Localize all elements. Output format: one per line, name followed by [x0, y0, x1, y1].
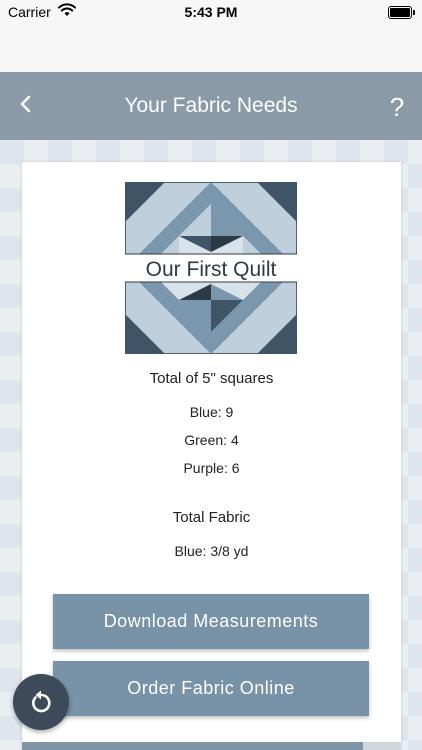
top-spacer — [0, 26, 422, 72]
fabric-needs-card: Our First Quilt Total of 5" squares Blue… — [22, 162, 401, 750]
refresh-button[interactable] — [13, 674, 69, 730]
help-button[interactable]: ? — [386, 92, 408, 123]
refresh-icon — [32, 690, 51, 713]
fabric-blue-yardage: Blue: 3/8 yd — [174, 543, 249, 559]
quilt-logo-text: Our First Quilt — [146, 258, 277, 281]
navigation-bar: Your Fabric Needs ? — [0, 72, 422, 140]
status-bar: Carrier 5:43 PM — [0, 0, 422, 26]
clock-time: 5:43 PM — [184, 4, 238, 20]
squares-purple-count: Purple: 6 — [183, 460, 240, 476]
squares-blue-count: Blue: 9 — [189, 404, 234, 420]
total-fabric-heading: Total Fabric — [172, 509, 251, 526]
bottom-progress-bar — [22, 742, 401, 750]
squares-green-count: Green: 4 — [184, 432, 239, 448]
page-title: Your Fabric Needs — [124, 94, 298, 117]
squares-heading: Total of 5" squares — [149, 370, 274, 387]
battery-icon — [388, 6, 415, 19]
download-measurements-button[interactable]: Download Measurements — [53, 594, 369, 649]
order-fabric-button[interactable]: Order Fabric Online — [53, 661, 369, 716]
quilt-logo: Our First Quilt — [125, 182, 297, 354]
progress-fill — [22, 742, 364, 750]
